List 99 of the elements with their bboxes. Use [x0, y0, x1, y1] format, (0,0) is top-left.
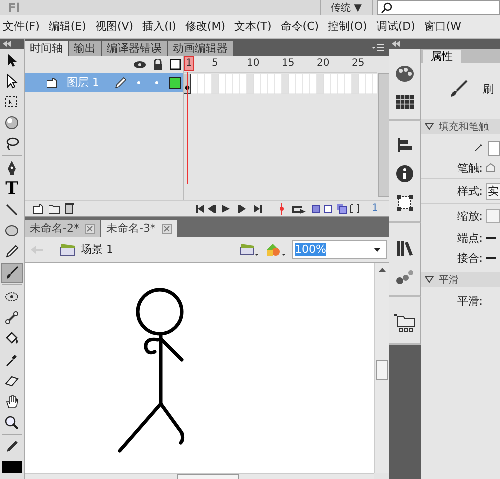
dashed-frame-icon [4, 94, 20, 110]
section-header[interactable]: 平滑 [421, 272, 500, 287]
pen-icon [475, 142, 482, 154]
onion-skin-icons[interactable] [311, 203, 361, 214]
transform-icon[interactable] [396, 195, 412, 211]
frame-number: 1 [184, 56, 194, 71]
menu-item[interactable]: 文件(F) [3, 19, 40, 34]
dropdown-caret-icon [374, 248, 381, 252]
property-label: 接合: [456, 250, 483, 266]
expanded-triangle-icon [425, 276, 434, 283]
frame-cells[interactable] [184, 74, 377, 94]
eyedropper-icon [4, 352, 20, 368]
center-frame-icon[interactable] [279, 202, 285, 214]
menu-item[interactable]: 修改(M) [185, 19, 226, 34]
panel-tab[interactable]: 时间轴 [25, 41, 68, 56]
frame-number: 10 [247, 58, 260, 69]
vertical-scrollbar[interactable] [374, 263, 389, 473]
loop-icon[interactable] [290, 204, 306, 214]
frame-number: 20 [317, 58, 330, 69]
menu-item[interactable]: 文本(T) [234, 19, 272, 34]
tool-button[interactable] [1, 263, 23, 283]
property-label: 笔触: [456, 160, 483, 176]
property-label: 端点: [456, 230, 483, 246]
oval-icon [4, 223, 20, 239]
fill-color-swatch[interactable] [2, 461, 22, 473]
edit-scene-icon[interactable] [240, 242, 260, 257]
slider-thumb-icon[interactable] [486, 163, 496, 173]
property-label: 缩放: [456, 208, 483, 224]
properties-tab[interactable]: 属性 [423, 50, 461, 63]
tool-name: 刷 [483, 82, 494, 96]
document-tab[interactable]: 未命名-2* [25, 220, 100, 237]
menu-item[interactable]: 编辑(E) [48, 19, 86, 34]
info-icon[interactable] [396, 165, 414, 183]
horizontal-scrollbar[interactable] [25, 473, 374, 479]
menu-item[interactable]: 窗口(W [424, 19, 462, 34]
property-label: 样式: [456, 184, 483, 198]
spheres-icon[interactable] [396, 269, 414, 285]
collapse-icon[interactable] [392, 41, 400, 47]
menu-item[interactable]: 插入(I) [142, 19, 176, 34]
hand-icon [4, 394, 20, 410]
layer-name: 图层 1 [67, 75, 100, 90]
app-logo: Fl [8, 0, 20, 14]
pencil-icon [115, 76, 127, 88]
scene-name[interactable]: 场景 1 [81, 242, 114, 257]
trash-icon[interactable] [65, 203, 74, 214]
brush-icon [4, 265, 20, 281]
sphere-icon [4, 115, 20, 131]
frame-ruler[interactable]: 1 5 10 15 20 25 [184, 56, 377, 73]
swatches-grid-icon[interactable] [396, 95, 414, 109]
collapse-icon[interactable] [3, 41, 11, 47]
frame-number: 15 [282, 58, 295, 69]
palette-icon[interactable] [394, 65, 414, 83]
lasso-icon [4, 136, 20, 152]
panel-tab[interactable]: 动画编辑器 [168, 41, 233, 56]
tool-button[interactable]: T [1, 179, 23, 199]
lock-icon[interactable] [153, 59, 163, 70]
search-field[interactable] [377, 0, 500, 15]
layer-icon [47, 78, 57, 88]
layer-color-icon[interactable] [169, 76, 181, 88]
search-icon [381, 2, 393, 14]
menu-item[interactable]: 调试(D) [376, 19, 416, 34]
line-cap-icon[interactable] [486, 236, 496, 240]
outline-icon[interactable] [170, 59, 181, 70]
folder-grid-icon[interactable] [394, 313, 416, 333]
align-icon[interactable] [396, 137, 412, 153]
dot-icon[interactable] [137, 80, 141, 84]
scroll-up-icon[interactable] [378, 268, 386, 272]
line-cap-icon[interactable] [486, 256, 496, 260]
dot-icon[interactable] [155, 80, 159, 84]
brush-icon [449, 79, 469, 99]
line-icon [4, 202, 20, 218]
frame-number: 25 [352, 58, 365, 69]
panel-tab[interactable]: 输出 [69, 41, 101, 56]
clapperboard-icon [60, 242, 76, 256]
pencil-icon [4, 439, 20, 455]
eye-icon[interactable] [134, 60, 146, 70]
stroke-color-swatch[interactable] [488, 140, 500, 156]
document-tab[interactable]: 未命名-3* [101, 220, 177, 237]
scroll-thumb[interactable] [376, 360, 388, 380]
expanded-triangle-icon [425, 123, 434, 130]
books-icon[interactable] [396, 239, 414, 257]
new-layer-icon[interactable] [33, 204, 44, 214]
property-label: 平滑: [456, 294, 483, 308]
panel-tab[interactable]: 编译器错误 [102, 41, 167, 56]
menu-item[interactable]: 控制(O) [328, 19, 368, 34]
folder-icon[interactable] [49, 204, 60, 214]
menu-item[interactable]: 命令(C) [280, 19, 320, 34]
close-icon[interactable] [85, 224, 96, 234]
frame-number: 5 [212, 58, 218, 69]
bone-icon [4, 310, 20, 326]
section-header[interactable]: 填充和笔触 [421, 119, 500, 134]
style-dropdown[interactable]: 实 [486, 182, 500, 200]
panel-menu-icon[interactable] [372, 44, 384, 52]
pencil-icon [4, 244, 20, 260]
menu-item[interactable]: 视图(V) [95, 19, 134, 34]
scroll-thumb[interactable] [177, 474, 239, 479]
current-frame-number[interactable]: 1 [372, 203, 378, 214]
close-icon[interactable] [162, 224, 172, 234]
zoom-icon [4, 415, 20, 431]
